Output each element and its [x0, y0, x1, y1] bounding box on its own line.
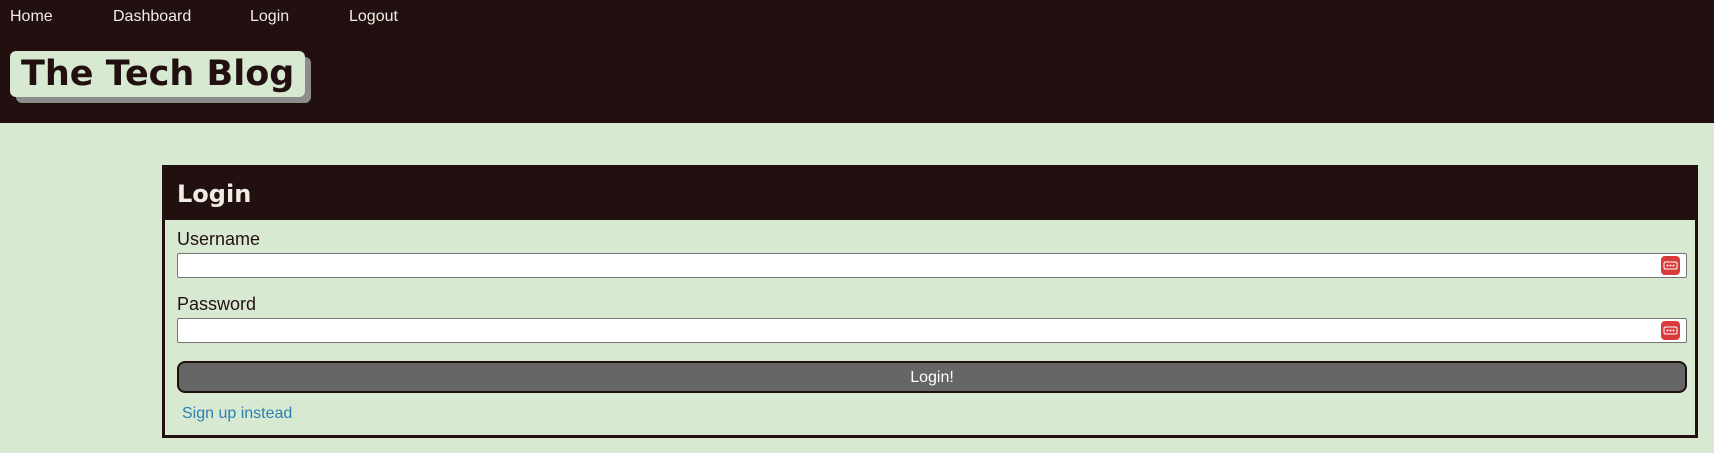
login-card-title: Login [177, 180, 252, 208]
username-label: Username [177, 229, 261, 249]
login-card-header: Login [165, 168, 1695, 220]
password-manager-icon[interactable] [1661, 256, 1680, 275]
site-title: The Tech Blog [10, 51, 306, 97]
site-header: Home Dashboard Login Logout The Tech Blo… [0, 0, 1714, 123]
username-field-wrapper [177, 253, 1687, 278]
nav-link-dashboard[interactable]: Dashboard [113, 8, 191, 26]
login-card: Login Username Password Login! Sign up i… [162, 165, 1698, 438]
nav-link-login[interactable]: Login [250, 8, 289, 26]
nav-link-home[interactable]: Home [10, 8, 53, 26]
nav-link-logout[interactable]: Logout [349, 8, 398, 26]
password-label: Password [177, 294, 257, 314]
password-manager-icon[interactable] [1661, 321, 1680, 340]
password-field-wrapper [177, 318, 1687, 343]
login-submit-button[interactable]: Login! [177, 361, 1687, 393]
signup-link[interactable]: Sign up instead [182, 405, 292, 423]
username-input[interactable] [177, 253, 1687, 278]
password-input[interactable] [177, 318, 1687, 343]
